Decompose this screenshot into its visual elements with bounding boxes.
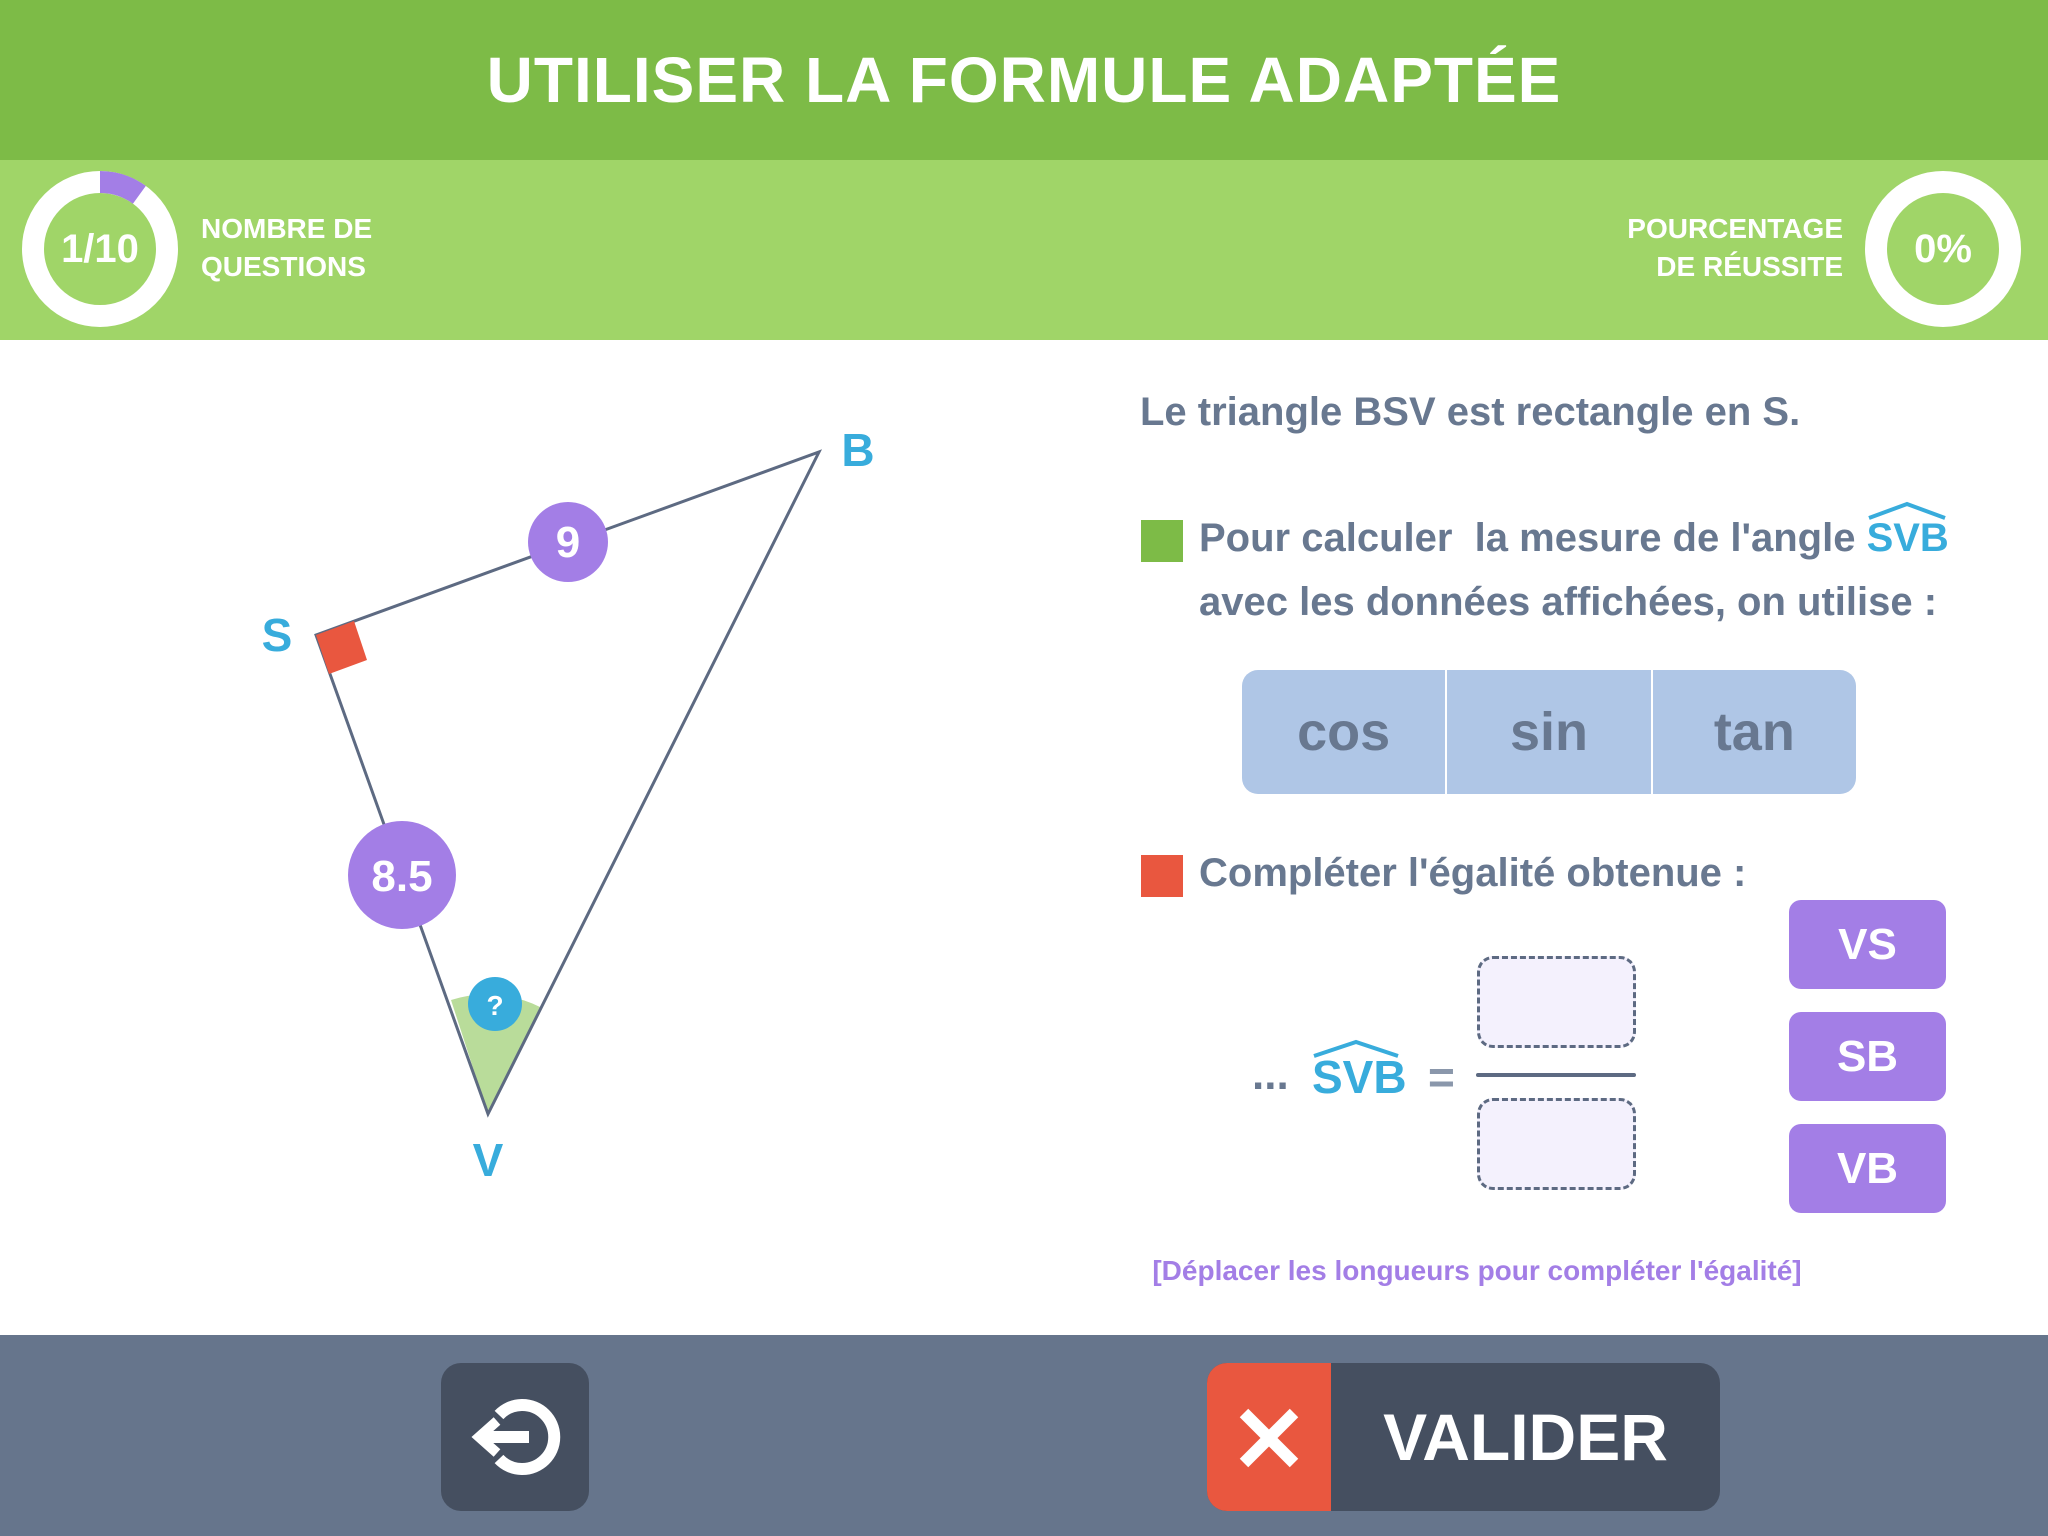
validate-label: VALIDER [1383,1400,1668,1474]
length-vs[interactable]: VS [1789,900,1946,989]
step1-line1: Pour calculer la mesure de l'angle SVB [1199,501,1949,561]
option-sin[interactable]: sin [1447,670,1653,794]
progress-value: 1/10 [61,227,139,271]
step1-angle-text: SVB [1866,516,1949,560]
equation-prefix: ... [1252,1050,1289,1099]
step1-text: Pour calculer la mesure de l'angle [1199,516,1867,560]
back-button[interactable] [441,1363,589,1511]
step1-angle: SVB [1866,501,1949,560]
step1-line2: avec les données affichées, on utilise : [1199,580,1938,624]
side-sb-value: 9 [556,518,580,567]
angle-question-mark: ? [486,990,503,1021]
statement: Le triangle BSV est rectangle en S. [1140,390,1801,434]
footer [0,1335,2048,1536]
score-value: 0% [1914,227,1972,271]
triangle-figure: B S V 9 8.5 ? [262,424,875,1186]
progress-label-line1: NOMBRE DE [201,213,373,244]
step2-marker [1141,855,1183,897]
vertex-v-label: V [473,1134,504,1186]
angle-hat-icon [1867,501,1946,520]
status-indicator [1207,1363,1331,1511]
angle-hat-icon [1313,1039,1399,1058]
x-icon [1239,1408,1299,1468]
numerator-dropzone[interactable] [1477,956,1636,1048]
score-label: POURCENTAGE DE RÉUSSITE [1627,210,1843,286]
trig-options: cos sin tan [1242,670,1856,794]
length-vb[interactable]: VB [1789,1124,1946,1213]
page-title: UTILISER LA FORMULE ADAPTÉE [486,44,1562,116]
score-label-line2: DE RÉUSSITE [1656,251,1843,282]
validate-button[interactable]: VALIDER [1207,1363,1720,1511]
right-angle-marker [316,621,367,674]
length-sb[interactable]: SB [1789,1012,1946,1101]
equation-angle: SVB [1312,1039,1407,1104]
side-sv-value: 8.5 [371,852,432,901]
step1-marker [1141,520,1183,562]
vertex-s-label: S [262,609,293,661]
equation-angle-text: SVB [1312,1051,1407,1103]
progress-ring-fill [99,171,146,204]
option-tan[interactable]: tan [1652,670,1856,794]
score-label-line1: POURCENTAGE [1627,213,1843,244]
hint-text: [Déplacer les longueurs pour compléter l… [1152,1255,1802,1286]
equals-sign: = [1428,1051,1455,1103]
vertex-b-label: B [841,424,874,476]
progress-label: NOMBRE DE QUESTIONS [201,210,372,286]
denominator-dropzone[interactable] [1477,1098,1636,1190]
fraction-line [1476,1073,1636,1077]
option-cos[interactable]: cos [1242,670,1448,794]
step2-text: Compléter l'égalité obtenue : [1199,851,1747,895]
progress-label-line2: QUESTIONS [201,251,366,282]
exit-icon [471,1399,561,1475]
